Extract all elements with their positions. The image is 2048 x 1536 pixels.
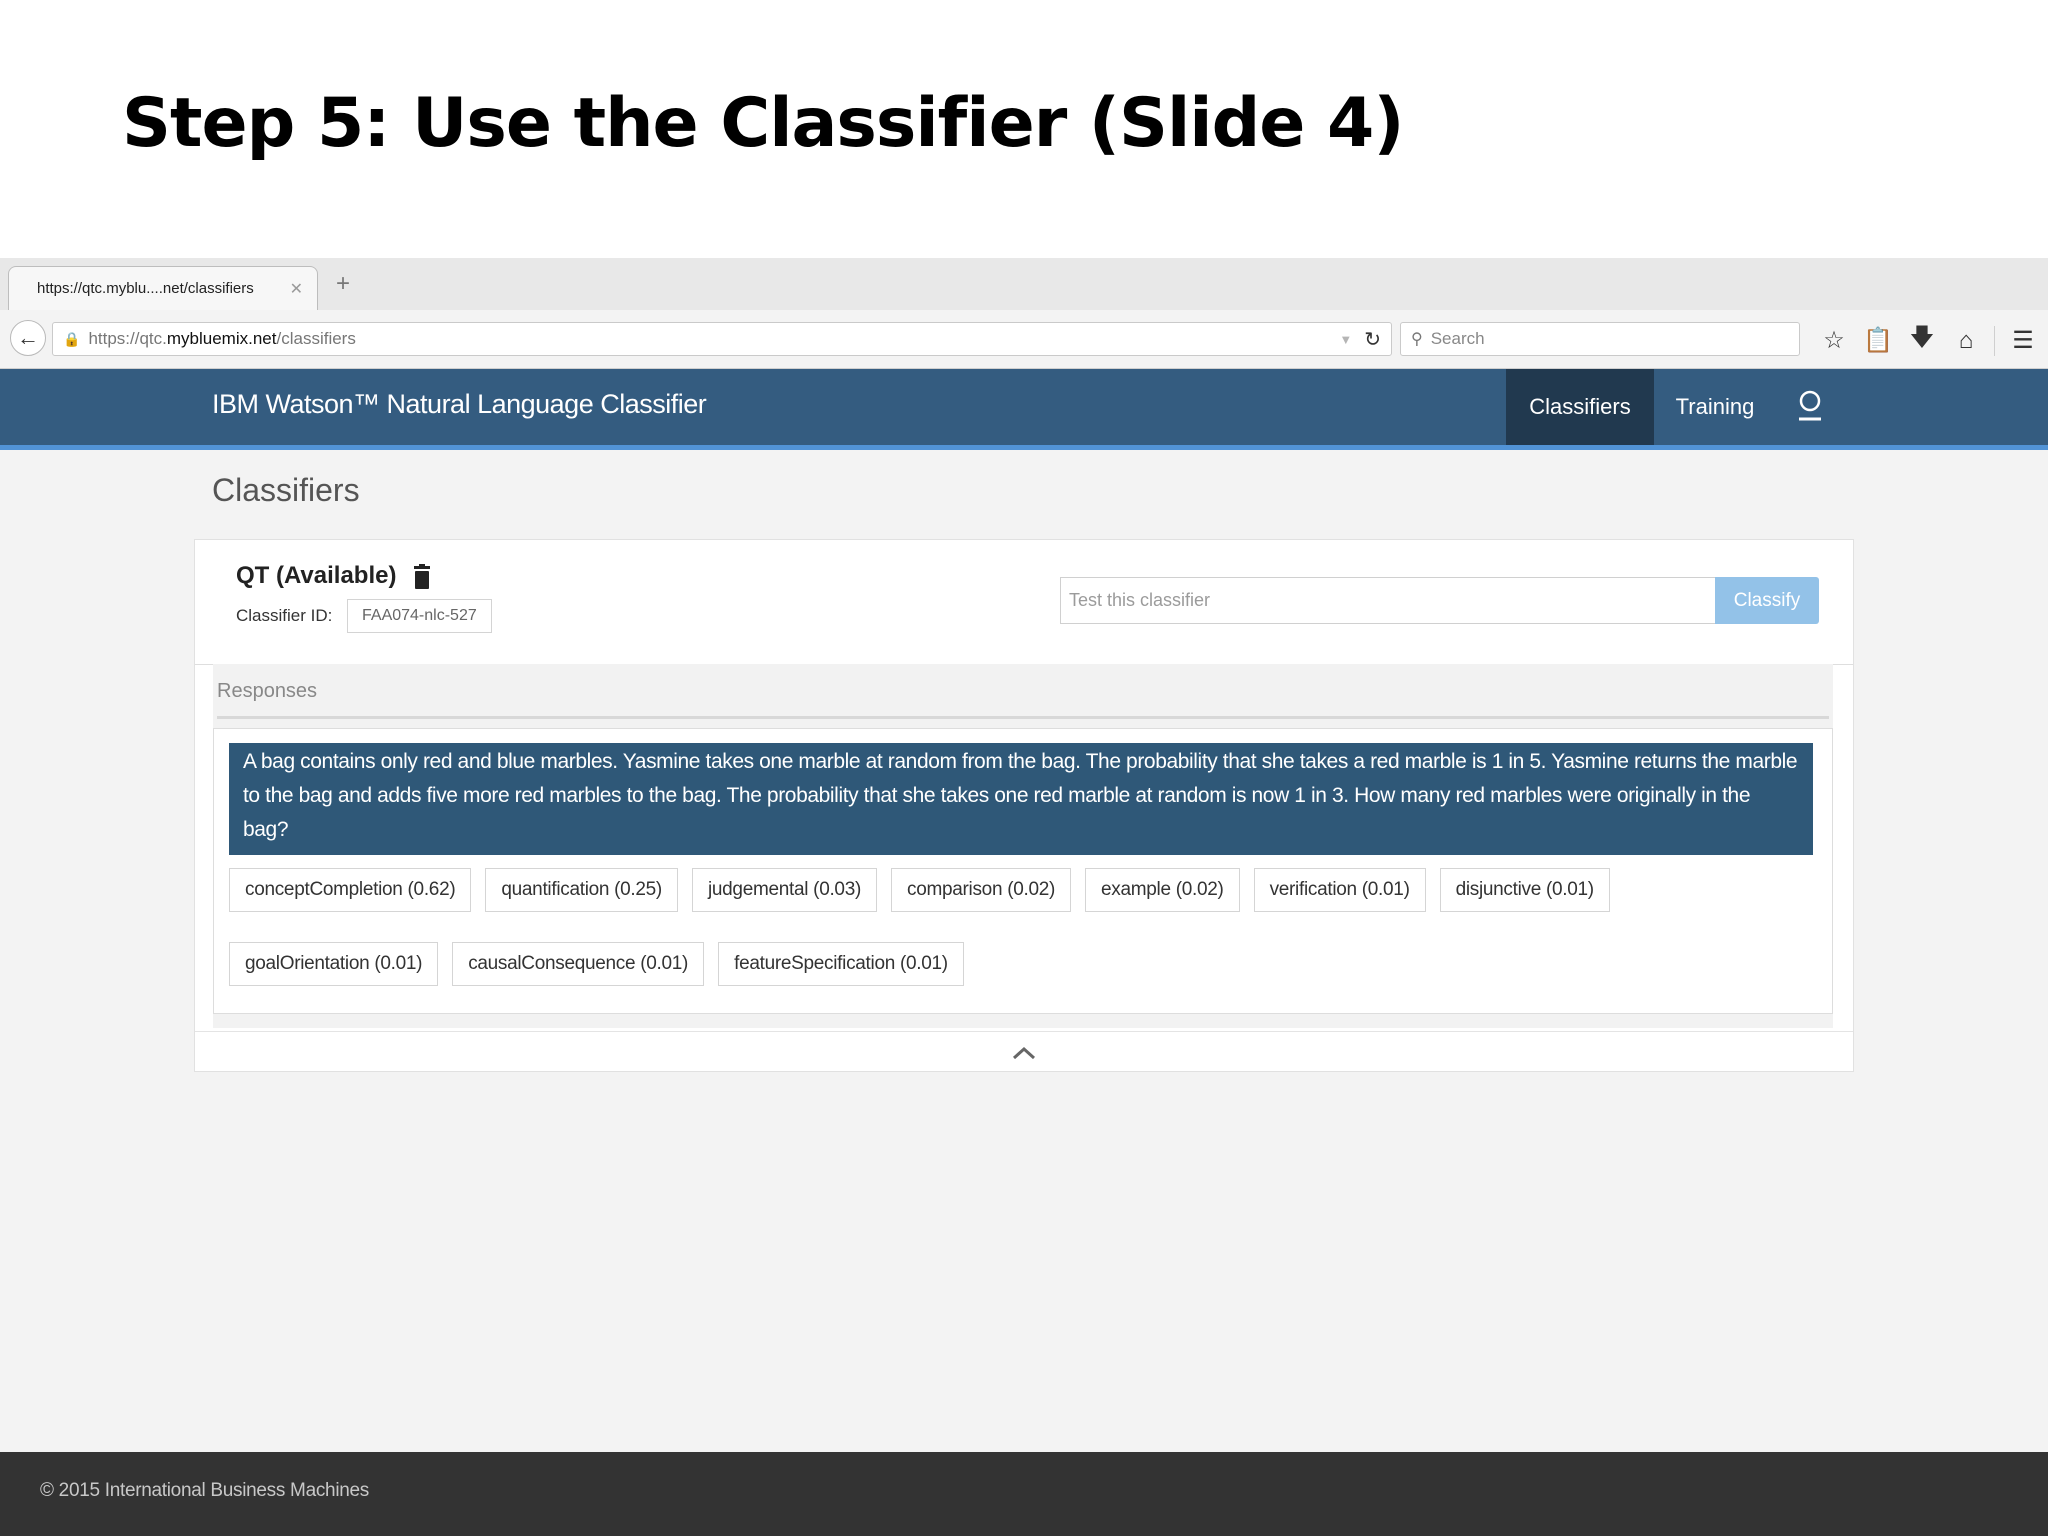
star-icon[interactable]: ☆ [1812, 326, 1856, 355]
search-placeholder: Search [1430, 329, 1485, 348]
tab-title: https://qtc.myblu....net/classifiers [37, 280, 254, 297]
classifier-id-label: Classifier ID: [236, 606, 333, 625]
nav-training[interactable]: Training [1654, 369, 1776, 445]
class-tag: comparison (0.02) [891, 868, 1072, 912]
class-tag: goalOrientation (0.01) [229, 942, 439, 986]
class-tags: conceptCompletion (0.62) quantification … [229, 868, 1729, 1016]
browser-search-field[interactable]: ⚲ Search [1400, 322, 1800, 356]
class-tag: conceptCompletion (0.62) [229, 868, 472, 912]
nav-classifiers[interactable]: Classifiers [1506, 369, 1654, 445]
app-header: IBM Watson™ Natural Language Classifier … [0, 369, 2048, 450]
slide-title: Step 5: Use the Classifier (Slide 4) [122, 84, 1404, 163]
class-tag: featureSpecification (0.01) [718, 942, 964, 986]
url-bar[interactable]: 🔒 https://qtc.mybluemix.net/classifiers … [52, 322, 1392, 356]
classifier-header: QT (Available) Classifier ID: FAA074-nlc… [195, 540, 1853, 665]
home-icon[interactable]: ⌂ [1944, 327, 1988, 355]
clipboard-icon[interactable]: 📋 [1856, 326, 1900, 355]
lock-icon: 🔒 [63, 330, 81, 347]
browser-tab[interactable]: https://qtc.myblu....net/classifiers ✕ [8, 266, 318, 310]
user-icon[interactable] [1796, 389, 1824, 423]
test-classifier-input[interactable] [1060, 577, 1715, 624]
class-tag: quantification (0.25) [485, 868, 678, 912]
class-tag: verification (0.01) [1253, 868, 1426, 912]
classifier-name: QT (Available) [236, 562, 397, 589]
tab-strip: https://qtc.myblu....net/classifiers ✕ + [0, 258, 2048, 311]
responses-label: Responses [217, 680, 318, 702]
chevron-up-icon [1012, 1046, 1036, 1059]
toolbar-divider [1994, 325, 1995, 356]
copyright-text: © 2015 International Business Machines [40, 1480, 369, 1501]
url-text: https://qtc.mybluemix.net/classifiers [88, 329, 356, 348]
response-item: A bag contains only red and blue marbles… [213, 728, 1833, 1014]
responses-divider [217, 716, 1829, 719]
url-dropdown-icon[interactable]: ▼ [1339, 332, 1352, 347]
new-tab-icon[interactable]: + [336, 270, 350, 298]
reload-icon[interactable]: ↻ [1364, 327, 1381, 352]
toolbar-icons: ☆ 📋 🡇 ⌂ ☰ [1812, 320, 2045, 361]
app-title: IBM Watson™ Natural Language Classifier [212, 389, 707, 419]
search-icon: ⚲ [1411, 331, 1423, 348]
class-tag: judgemental (0.03) [691, 868, 877, 912]
browser-window: https://qtc.myblu....net/classifiers ✕ +… [0, 258, 2048, 1536]
classifier-card: QT (Available) Classifier ID: FAA074-nlc… [194, 539, 1854, 1072]
responses-panel: Responses A bag contains only red and bl… [213, 664, 1833, 1028]
download-icon[interactable]: 🡇 [1900, 320, 1944, 361]
navigation-bar: ← 🔒 https://qtc.mybluemix.net/classifier… [0, 310, 2048, 369]
close-tab-icon[interactable]: ✕ [290, 279, 303, 299]
collapse-button[interactable] [195, 1031, 1853, 1073]
back-arrow-icon[interactable]: ← [10, 320, 46, 356]
class-tag: example (0.02) [1085, 868, 1240, 912]
question-text: A bag contains only red and blue marbles… [229, 743, 1813, 855]
menu-icon[interactable]: ☰ [2001, 326, 2045, 355]
class-tag: disjunctive (0.01) [1439, 868, 1610, 912]
class-tag: causalConsequence (0.01) [452, 942, 705, 986]
classifier-id-value: FAA074-nlc-527 [347, 599, 492, 633]
footer: © 2015 International Business Machines [0, 1452, 2048, 1536]
trash-icon[interactable] [412, 564, 432, 590]
classify-button[interactable]: Classify [1715, 577, 1819, 624]
page-heading: Classifiers [212, 472, 360, 508]
